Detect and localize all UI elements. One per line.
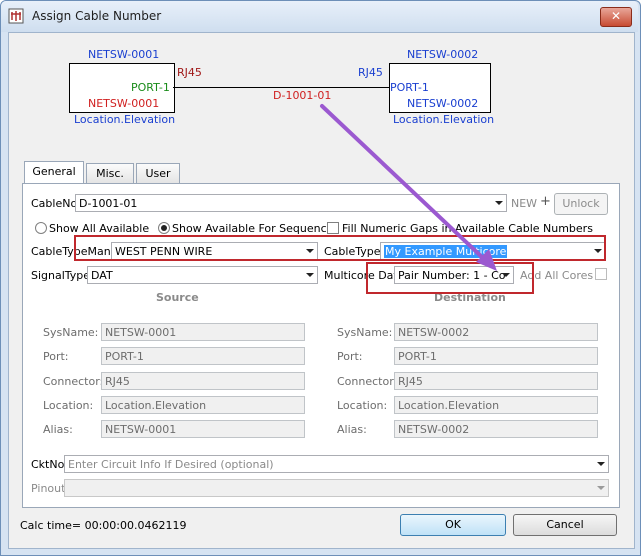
annotation-arrow [320,104,497,271]
